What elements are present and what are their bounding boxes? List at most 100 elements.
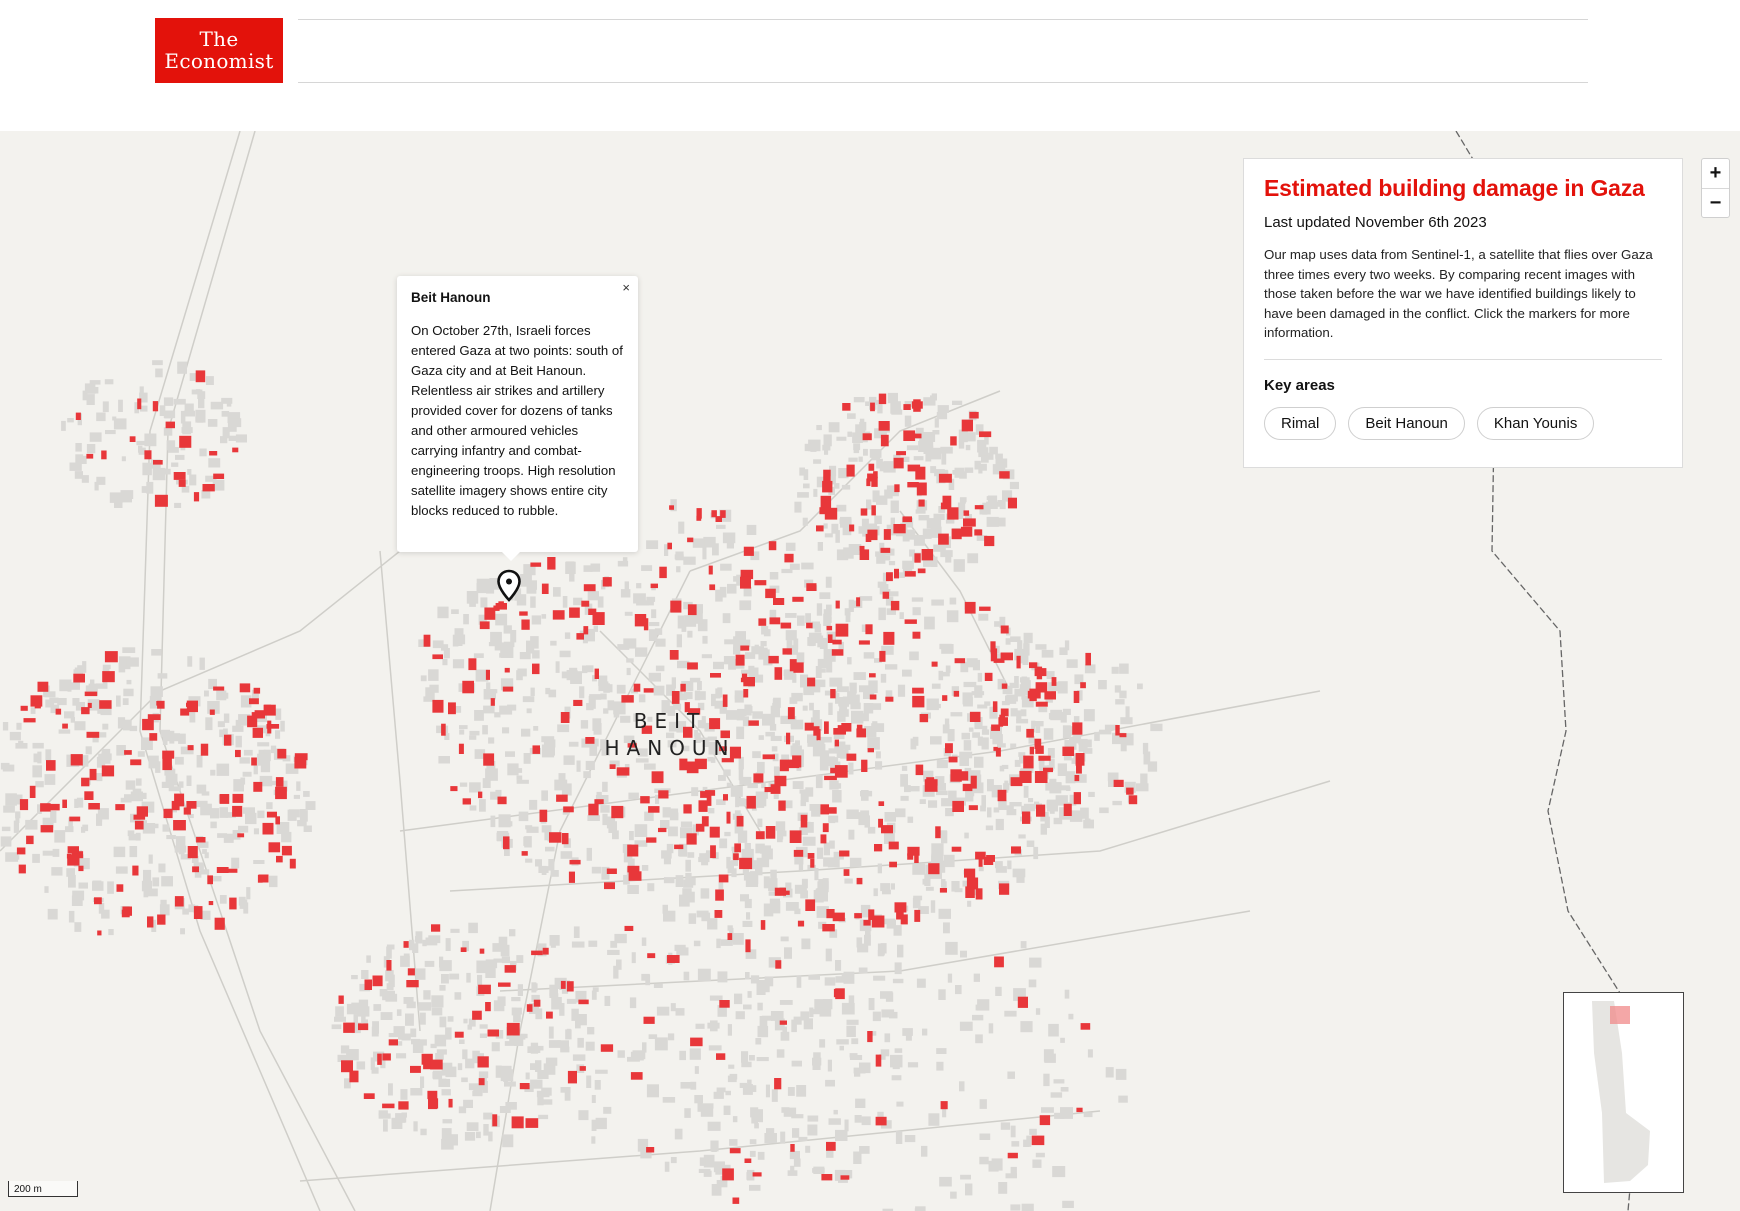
building — [1088, 791, 1095, 797]
building — [1147, 761, 1158, 772]
building — [1014, 759, 1021, 767]
building — [941, 798, 954, 807]
building — [199, 657, 205, 670]
building — [495, 789, 502, 796]
building — [422, 939, 427, 947]
building — [884, 1033, 891, 1043]
damaged-building — [880, 434, 889, 447]
damaged-building — [94, 897, 102, 905]
building — [858, 456, 863, 462]
key-area-beit-hanoun[interactable]: Beit Hanoun — [1348, 406, 1465, 440]
damaged-building — [519, 1083, 530, 1090]
building — [1029, 1128, 1037, 1135]
building — [116, 695, 121, 707]
building — [219, 807, 228, 818]
damaged-building — [276, 855, 283, 863]
key-area-rimal[interactable]: Rimal — [1264, 406, 1337, 440]
building — [617, 560, 629, 567]
damaged-building — [541, 583, 549, 594]
building — [912, 863, 926, 875]
building — [67, 684, 72, 692]
damaged-building — [670, 600, 682, 613]
damaged-building — [275, 786, 287, 800]
building — [847, 431, 853, 437]
building — [523, 753, 531, 764]
building — [550, 640, 557, 646]
overview-minimap[interactable] — [1563, 992, 1684, 1193]
building — [1099, 807, 1109, 814]
damaged-building — [709, 826, 720, 838]
building — [205, 376, 214, 385]
damaged-building — [950, 769, 962, 782]
zoom-out-button[interactable]: − — [1702, 189, 1729, 218]
building — [644, 763, 656, 770]
building — [210, 808, 220, 819]
building — [157, 673, 168, 679]
building — [941, 452, 947, 465]
building — [885, 664, 898, 670]
economist-logo[interactable]: The Economist — [155, 18, 283, 83]
building — [126, 657, 139, 667]
building — [900, 774, 908, 787]
damaged-building — [268, 842, 281, 853]
damaged-building — [753, 773, 764, 783]
building — [816, 425, 822, 431]
building — [557, 724, 570, 733]
building — [713, 661, 724, 670]
building — [483, 705, 495, 714]
damaged-building — [820, 495, 832, 509]
building — [275, 708, 282, 720]
damaged-building — [1007, 497, 1017, 509]
building — [122, 698, 129, 705]
building — [544, 831, 550, 841]
damaged-building — [744, 1158, 752, 1163]
building — [968, 727, 974, 732]
building — [964, 832, 969, 839]
damaged-building — [75, 412, 81, 420]
building — [113, 418, 127, 430]
building — [1137, 683, 1143, 690]
building — [428, 669, 439, 681]
building — [253, 860, 265, 864]
building — [930, 736, 942, 745]
building — [1020, 941, 1027, 949]
damaged-building — [55, 708, 62, 715]
building — [770, 735, 782, 741]
building — [75, 454, 84, 464]
building — [245, 812, 257, 825]
building — [877, 581, 887, 588]
building — [587, 1027, 595, 1035]
zoom-in-button[interactable]: + — [1702, 159, 1729, 189]
building — [537, 1070, 549, 1079]
building — [839, 700, 848, 711]
building — [703, 1154, 715, 1168]
close-icon[interactable]: × — [622, 280, 630, 295]
building — [150, 686, 163, 697]
building — [998, 800, 1007, 810]
building — [25, 819, 38, 830]
damaged-building — [187, 846, 198, 859]
building — [459, 782, 468, 787]
building — [530, 687, 535, 696]
damage-map[interactable]: BEIT HANOUN × Beit Hanoun On October 27t… — [0, 131, 1740, 1211]
key-area-khan-younis[interactable]: Khan Younis — [1476, 406, 1595, 440]
damaged-building — [616, 767, 630, 776]
building — [464, 1132, 476, 1141]
building — [1066, 786, 1071, 791]
damaged-building — [122, 906, 132, 916]
building — [143, 887, 149, 898]
building — [653, 983, 663, 988]
building — [967, 900, 972, 907]
building — [646, 540, 659, 549]
building — [936, 412, 948, 420]
building — [848, 762, 854, 775]
building — [679, 894, 690, 907]
damaged-building — [539, 809, 548, 822]
building — [656, 1006, 670, 1016]
building — [275, 730, 281, 739]
damaged-building — [621, 695, 634, 703]
building — [463, 1099, 473, 1108]
map-pin-icon[interactable] — [496, 569, 522, 603]
building — [663, 858, 671, 865]
building — [107, 881, 114, 894]
